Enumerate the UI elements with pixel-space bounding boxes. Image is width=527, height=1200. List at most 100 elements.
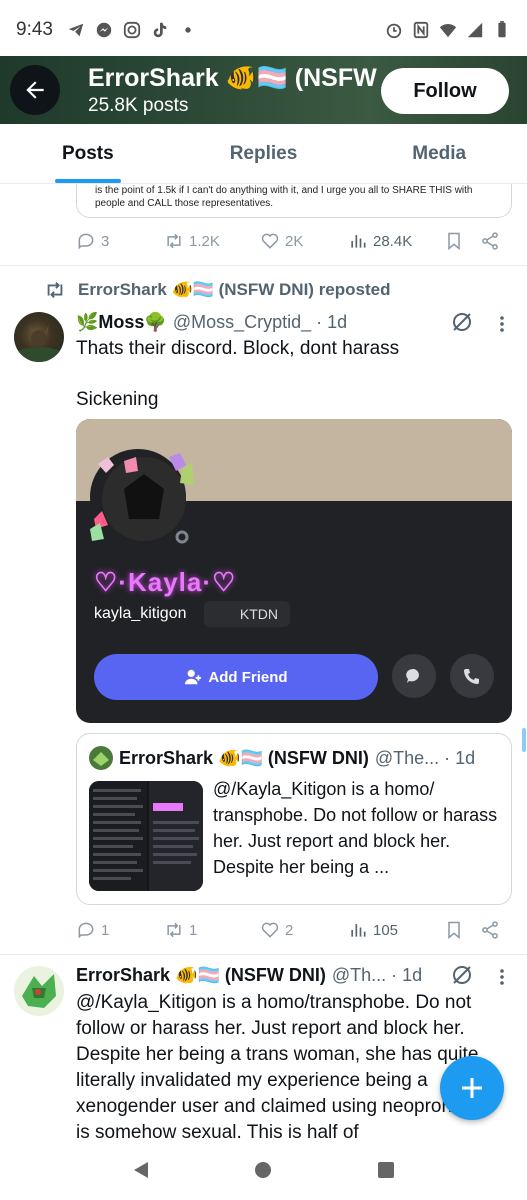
reply-button[interactable]: 3 [76,231,164,251]
share-icon [482,921,498,939]
quoted-post-image [89,781,203,891]
views-button[interactable]: 105 [348,920,444,940]
bookmark-button[interactable] [444,920,480,940]
repost-button[interactable]: 1.2K [164,231,260,251]
views-button[interactable]: 28.4K [348,231,444,251]
tab-posts[interactable]: Posts [0,124,176,183]
quoted-post[interactable]: ErrorShark 🐠🏳️‍⚧️ (NSFW DNI) @The... · 1… [76,733,512,905]
wifi-icon [439,24,457,38]
quoted-post-header: ErrorShark 🐠🏳️‍⚧️ (NSFW DNI) @The... · 1… [89,746,475,770]
bookmark-icon [448,921,460,940]
post-text-2: Sickening [76,389,159,410]
more-options-icon[interactable] [494,967,510,987]
profile-name: ErrorShark 🐠🏳️‍⚧️ (NSFW ... [88,63,405,92]
author-handle[interactable]: @Th... · 1d [332,965,422,986]
repost-count: 1 [189,921,198,939]
author-handle[interactable]: @Moss_Cryptid_ · 1d [173,312,347,333]
profile-tabs: Posts Replies Media [0,124,527,184]
views-icon [351,924,366,937]
previous-post-actions: 3 1.2K 2K 28.4K [76,223,512,259]
message-button [392,654,436,698]
arrow-left-icon [26,81,44,99]
scrollbar-thumb[interactable] [522,728,526,752]
like-count: 2K [285,232,304,250]
discord-avatar-image [90,453,194,546]
recents-square-icon[interactable] [375,1159,397,1181]
author-name[interactable]: ErrorShark 🐠🏳️‍⚧️ (NSFW DNI) [76,965,326,986]
quoted-author-handle: @The... · 1d [374,747,476,768]
call-button [450,654,494,698]
discord-display-name: ♡·Kayla·♡ [94,567,237,597]
share-icon [482,232,498,250]
avatar-image [14,324,64,362]
like-button[interactable]: 2 [260,920,348,940]
post-divider [0,265,527,266]
reply-count: 1 [101,921,110,939]
avatar[interactable] [14,312,64,362]
signal-icon [467,22,483,38]
messenger-icon [96,22,112,38]
avatar-image [22,974,56,1008]
back-triangle-icon[interactable] [130,1159,152,1181]
back-button[interactable] [10,65,60,115]
post-header: ErrorShark 🐠🏳️‍⚧️ (NSFW DNI) @Th... · 1d [76,965,422,986]
status-bar: 9:43 [0,0,527,60]
tiktok-icon [153,22,167,38]
like-count: 2 [285,921,294,939]
more-options-icon[interactable] [494,314,510,334]
battery-icon [498,21,506,38]
instagram-icon [123,21,141,39]
quoted-image-thumbnail [89,781,203,891]
post-divider [0,954,527,955]
repost-button[interactable]: 1 [164,920,260,940]
home-circle-icon[interactable] [252,1159,274,1181]
tab-replies[interactable]: Replies [176,124,352,183]
phone-icon [464,669,479,684]
post-text: Thats their discord. Block, dont harass [76,338,400,359]
add-friend-button: Add Friend [94,654,378,700]
views-count: 28.4K [373,232,413,250]
reply-icon [78,233,94,250]
share-button[interactable] [480,920,500,940]
post-text: @/Kayla_Kitigon is a homo/transphobe. Do… [76,992,494,1140]
previous-post-card-text: is the point of 1.5k if I can't do anyth… [95,185,473,209]
avatar[interactable] [14,966,64,1016]
plus-icon [462,1078,482,1098]
quoted-author-name: ErrorShark 🐠🏳️‍⚧️ (NSFW DNI) [119,747,369,768]
follow-button[interactable]: Follow [381,68,509,114]
android-nav-bar [0,1140,527,1200]
status-notification-icons [67,21,197,39]
quoted-post-text: @/Kayla_Kitigon is a homo/ transphobe. D… [213,779,498,877]
repost-icon [47,282,63,298]
like-button[interactable]: 2K [260,231,348,251]
dot-icon [185,27,191,33]
heart-icon [261,233,279,249]
repost-label: ErrorShark 🐠🏳️‍⚧️ (NSFW DNI) reposted [78,280,391,299]
discord-username: kayla_kitigon [94,605,187,622]
repost-icon [167,922,181,938]
nfc-icon [413,21,429,39]
add-user-icon [185,669,202,685]
tab-media[interactable]: Media [351,124,527,183]
header-text: ErrorShark 🐠🏳️‍⚧️ (NSFW ... 25.8K posts [88,64,404,117]
profile-header: ErrorShark 🐠🏳️‍⚧️ (NSFW ... 25.8K posts … [0,56,527,124]
author-name[interactable]: 🌿Moss🌳 [76,312,167,333]
grok-icon[interactable] [450,963,474,987]
grok-icon[interactable] [450,310,474,334]
compose-button[interactable] [440,1056,504,1120]
reply-icon [78,922,94,939]
post-count: 25.8K posts [88,94,189,116]
views-count: 105 [373,921,399,939]
quoted-author-avatar [89,746,113,770]
post-image[interactable]: ♡·Kayla·♡ kayla_kitigon KTDN Add Friend [76,419,512,723]
reply-button[interactable]: 1 [76,920,164,940]
bookmark-button[interactable] [444,231,480,251]
telegram-icon [68,23,84,37]
repost-count: 1.2K [189,232,220,250]
views-icon [351,235,366,248]
previous-post-card[interactable]: is the point of 1.5k if I can't do anyth… [76,184,512,218]
add-friend-label: Add Friend [208,668,288,686]
chat-bubble-icon [406,668,419,683]
repost-indicator[interactable]: ErrorShark 🐠🏳️‍⚧️ (NSFW DNI) reposted [44,279,390,301]
share-button[interactable] [480,231,500,251]
